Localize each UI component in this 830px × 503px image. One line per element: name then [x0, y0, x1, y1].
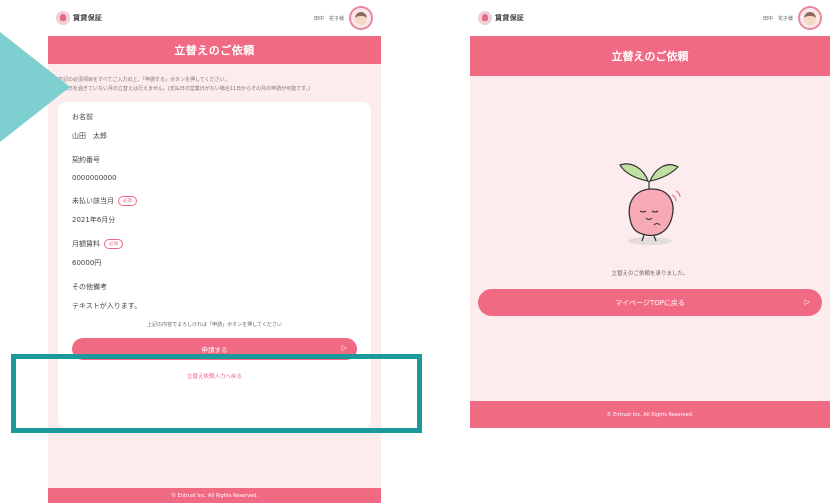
avatar-face-icon [355, 11, 367, 25]
submit-button-label: 申請する [201, 346, 228, 354]
sprout-mascot-icon [619, 163, 681, 245]
required-badge: 必須 [118, 196, 137, 206]
logo-icon [478, 11, 492, 25]
app-header: 賃貸保証 田中 花子様 [48, 0, 381, 36]
app-header: 賃貸保証 田中 花子様 [470, 0, 830, 36]
field-label-unpaid-month: 未払い該当月 必須 [72, 196, 357, 206]
user-menu[interactable]: 田中 花子様 [763, 6, 822, 30]
notice-line-2: 支払日を過ぎていない月の立替えは行えません。(支払日の営業日がない場合11日から… [58, 86, 311, 92]
complete-body: 立替えのご依頼を承りました。 マイページTOPに戻る ▷ [470, 76, 830, 401]
page-title: 立替えのご依頼 [48, 36, 381, 64]
logo-icon [56, 11, 70, 25]
field-value-notes: テキストが入ります。 [72, 302, 142, 310]
field-label-name: お名前 [72, 112, 357, 122]
field-label-text: その他備考 [72, 283, 107, 291]
chevron-right-icon: ▷ [804, 298, 810, 306]
footer: © Entrust Inc. All Rights Reserved. [48, 488, 381, 503]
field-label-notes: その他備考 [72, 282, 357, 292]
form-body: 下記の必須項目をすべてご入力の上、「申請する」ボタンを押してください。 支払日を… [48, 64, 381, 503]
field-label-text: 月額賃料 [72, 240, 100, 248]
field-value-contract: 0000000000 [72, 174, 117, 182]
completion-message: 立替えのご依頼を承りました。 [611, 271, 689, 277]
notice-line-1: 下記の必須項目をすべてご入力の上、「申請する」ボタンを押してください。 [58, 77, 230, 83]
confirm-instruction: 上記の内容でよろしければ「申請」ボタンを押してください [147, 322, 282, 328]
field-value-unpaid-month: 2021年6月分 [72, 216, 116, 224]
form-notice: 下記の必須項目をすべてご入力の上、「申請する」ボタンを押してください。 支払日を… [58, 76, 371, 94]
field-value-rent: 60000円 [72, 259, 102, 267]
user-name: 田中 花子様 [313, 15, 344, 22]
mypage-top-button[interactable]: マイページTOPに戻る ▷ [478, 289, 822, 316]
highlight-arrow [0, 32, 70, 142]
highlight-frame [11, 354, 422, 433]
field-label-contract: 契約番号 [72, 155, 357, 165]
field-label-rent: 月額賃料 必須 [72, 239, 357, 249]
brand-logo[interactable]: 賃貸保証 [56, 11, 102, 25]
brand-logo[interactable]: 賃貸保証 [478, 11, 524, 25]
avatar-face-icon [804, 11, 816, 25]
field-value-name: 山田 太郎 [72, 132, 107, 140]
logo-text: 賃貸保証 [73, 14, 103, 22]
user-menu[interactable]: 田中 花子様 [314, 6, 373, 30]
field-label-text: 未払い該当月 [72, 197, 114, 205]
field-label-text: 契約番号 [72, 156, 100, 164]
avatar[interactable] [798, 6, 822, 30]
chevron-right-icon: ▷ [341, 344, 347, 352]
avatar[interactable] [349, 6, 373, 30]
request-complete-screen: 賃貸保証 田中 花子様 立替えのご依頼 立替えのご依頼を承りました。 マイページ… [470, 0, 830, 428]
mypage-button-label: マイページTOPに戻る [615, 298, 685, 307]
required-badge: 必須 [104, 239, 123, 249]
logo-text: 賃貸保証 [495, 14, 525, 22]
footer: © Entrust Inc. All Rights Reserved. [470, 401, 830, 428]
page-title: 立替えのご依頼 [470, 36, 830, 76]
field-label-text: お名前 [72, 113, 93, 121]
user-name: 田中 花子様 [762, 15, 793, 22]
